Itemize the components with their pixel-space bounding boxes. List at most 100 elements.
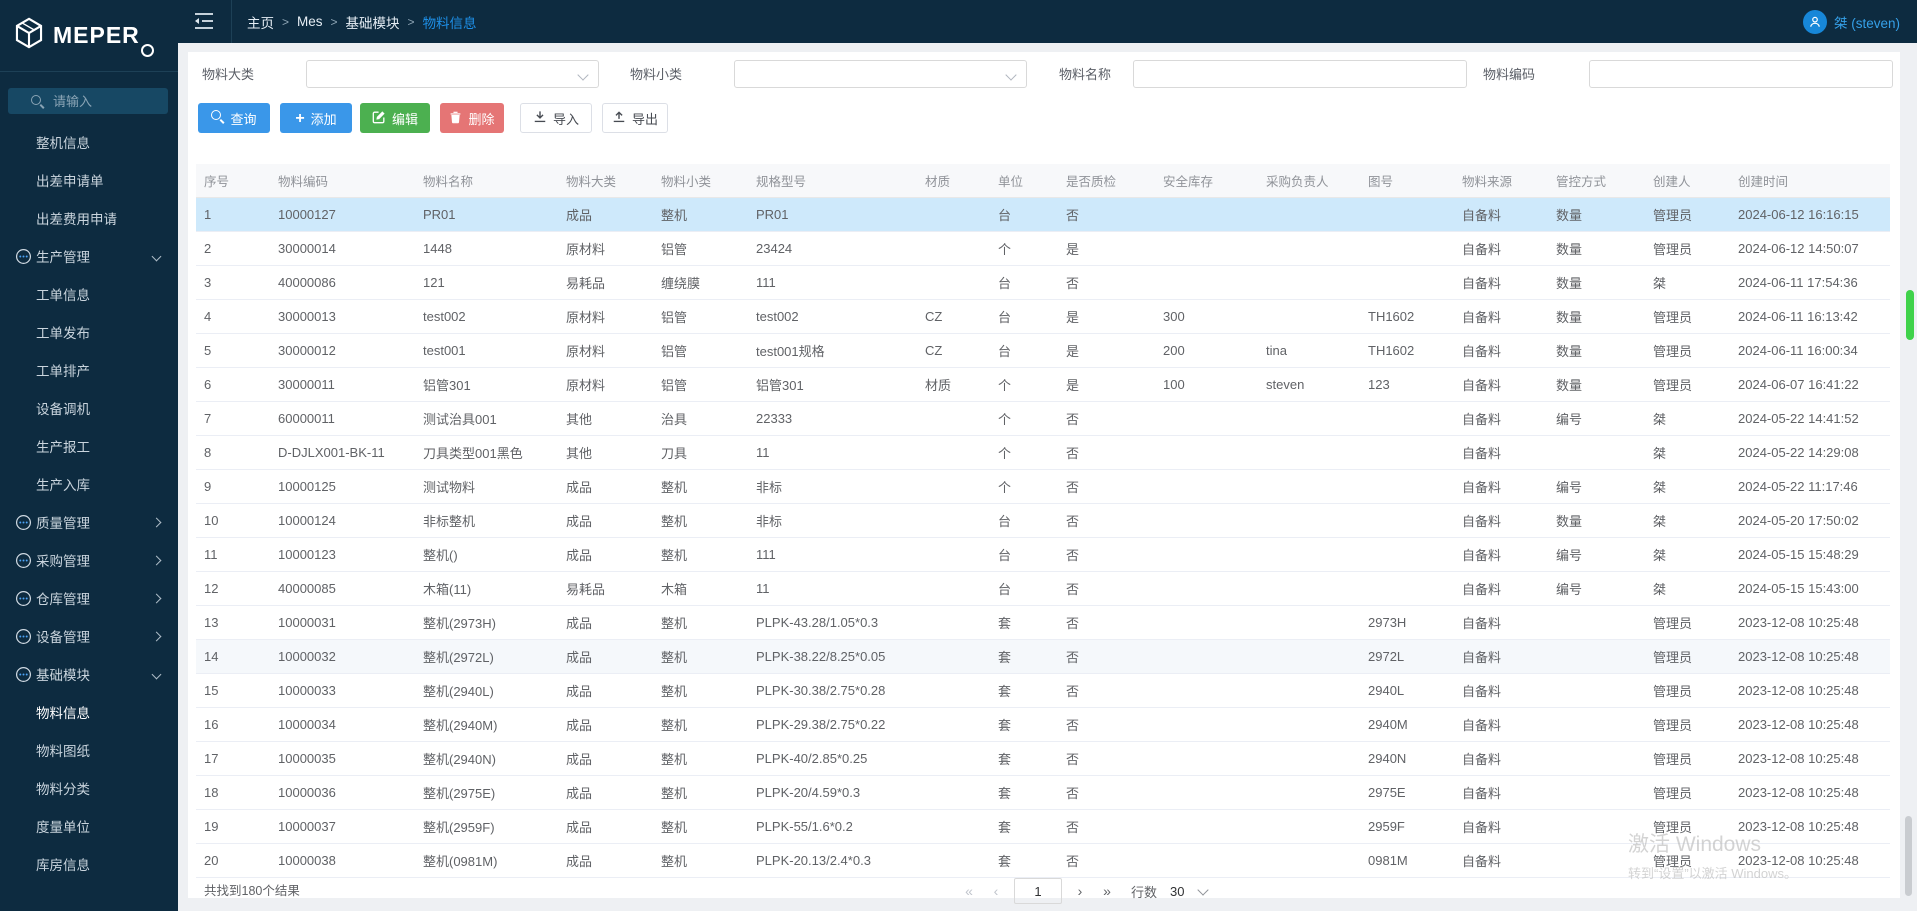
- table-row[interactable]: 9 10000125 测试物料 成品 整机 非标 个否 自备料 编号桀 2024-05-22 11…: [196, 469, 1890, 504]
- sidebar-item-label: 库房信息: [36, 858, 90, 873]
- filter-text-input-物料名称[interactable]: [1134, 61, 1466, 87]
- table-row[interactable]: 14 10000032 整机(2972L) 成品 整机 PLPK-38.22/8.25*0…: [196, 639, 1890, 674]
- 编辑-button[interactable]: 编辑: [360, 103, 430, 133]
- table-cell: 整机: [653, 775, 748, 810]
- sidebar-item-生产入库[interactable]: 生产入库: [0, 465, 178, 503]
- sidebar-item-库房信息[interactable]: 库房信息: [0, 845, 178, 883]
- table-cell: 台: [990, 333, 1058, 368]
- button-label: 查询: [230, 111, 257, 127]
- user-avatar-icon[interactable]: [1802, 9, 1827, 34]
- sidebar-item-工单发布[interactable]: 工单发布: [0, 313, 178, 351]
- sidebar-item-物料信息[interactable]: 物料信息: [0, 693, 178, 731]
- filter-text-input-物料编码[interactable]: [1590, 61, 1892, 87]
- user-name[interactable]: 桀 (steven): [1834, 12, 1900, 32]
- sidebar-item-度量单位[interactable]: 度量单位: [0, 807, 178, 845]
- sidebar-item-出差申请单[interactable]: 出差申请单: [0, 161, 178, 199]
- sidebar-item-物料图纸[interactable]: 物料图纸: [0, 731, 178, 769]
- sidebar-item-工单排产[interactable]: 工单排产: [0, 351, 178, 389]
- table-row[interactable]: 4 30000013 test002 原材料 铝管 test002 CZ 台是 300 TH160…: [196, 299, 1890, 334]
- sidebar-item-出差费用申请[interactable]: 出差费用申请: [0, 199, 178, 237]
- table-cell: 整机(2975E): [415, 775, 558, 810]
- table-row[interactable]: 5 30000012 test001 原材料 铝管 test001规格 CZ 台是 200 tin…: [196, 333, 1890, 368]
- sidebar-item-物料分类[interactable]: 物料分类: [0, 769, 178, 807]
- table-row[interactable]: 8 D-DJLX001-BK-11 刀具类型001黑色 其他 刀具 11 个否 自备料 桀 202…: [196, 435, 1890, 470]
- table-row[interactable]: 19 10000037 整机(2959F) 成品 整机 PLPK-55/1.6*0.2 套否…: [196, 809, 1890, 844]
- last-page-button[interactable]: »: [1098, 883, 1116, 899]
- menu-fold-icon[interactable]: [193, 12, 215, 30]
- sidebar-item-设备调机[interactable]: 设备调机: [0, 389, 178, 427]
- table-row[interactable]: 1 10000127 PR01 成品 整机 PR01 台否自备料 数量 管理员 2024-06-1…: [196, 197, 1890, 232]
- sidebar-item-整机信息[interactable]: 整机信息: [0, 123, 178, 161]
- breadcrumb-item-基础模块[interactable]: 基础模块: [346, 12, 400, 32]
- table-row[interactable]: 3 40000086 121 易耗品 缠绕膜 111 台否 自备料 数量桀 2024-06-11 …: [196, 265, 1890, 300]
- filter-select-物料小类[interactable]: [734, 60, 1027, 88]
- 添加-button[interactable]: + 添加: [280, 103, 352, 133]
- table-cell: 刀具: [653, 435, 748, 470]
- table-cell: 整机: [653, 537, 748, 572]
- table-row[interactable]: 13 10000031 整机(2973H) 成品 整机 PLPK-43.28/1.05*0…: [196, 605, 1890, 640]
- sidebar-item-工单信息[interactable]: 工单信息: [0, 275, 178, 313]
- table-cell: [917, 435, 990, 470]
- current-page-input[interactable]: 1: [1014, 878, 1062, 904]
- breadcrumb-item-主页[interactable]: 主页: [247, 12, 274, 32]
- sidebar-item-label: 仓库管理: [36, 592, 90, 607]
- scrollbar-green-thumb[interactable]: [1906, 290, 1914, 340]
- table-row[interactable]: 6 30000011 铝管301 原材料 铝管 铝管301 材质个是 100 steven 123…: [196, 367, 1890, 402]
- table-cell: 否: [1058, 843, 1155, 878]
- table-cell: [1360, 435, 1454, 470]
- sidebar-item-label: 出差费用申请: [36, 212, 117, 227]
- scrollbar-thumb[interactable]: [1905, 816, 1912, 896]
- table-cell: 是: [1058, 367, 1155, 402]
- chevron-down-icon: [151, 669, 162, 680]
- table-row[interactable]: 20 10000038 整机(0981M) 成品 整机 PLPK-20.13/2.4*0.…: [196, 843, 1890, 878]
- logo-robot-arm-icon: [140, 44, 154, 57]
- sidebar-item-基础模块[interactable]: 基础模块: [0, 655, 178, 693]
- sidebar-item-生产管理[interactable]: 生产管理: [0, 237, 178, 275]
- table-row[interactable]: 12 40000085 木箱(11) 易耗品 木箱 11 台否 自备料 编号桀 2024-05-1…: [196, 571, 1890, 606]
- table-cell: 否: [1058, 775, 1155, 810]
- filter-select-物料大类[interactable]: [306, 60, 599, 88]
- logo-text: MEPER: [53, 22, 140, 48]
- column-header-材质: 材质: [917, 164, 990, 198]
- table-row[interactable]: 16 10000034 整机(2940M) 成品 整机 PLPK-29.38/2.75*0…: [196, 707, 1890, 742]
- table-cell: [1258, 843, 1360, 878]
- filter-input-物料名称[interactable]: [1133, 60, 1467, 88]
- sidebar-item-设备管理[interactable]: 设备管理: [0, 617, 178, 655]
- table-cell: 否: [1058, 741, 1155, 776]
- table-cell: 1448: [415, 231, 558, 266]
- table-cell: 自备料: [1454, 741, 1548, 776]
- app-root: MEPER 整机信息出差申请单出差费用申请生产管理工单信息工单发布工单排产设备调…: [0, 0, 1917, 911]
- table-row[interactable]: 2 30000014 1448 原材料 铝管 23424 个是 自备料 数量 管理员 2024-06…: [196, 231, 1890, 266]
- breadcrumb-item-物料信息[interactable]: 物料信息: [423, 12, 477, 32]
- breadcrumb-item-Mes[interactable]: Mes: [297, 14, 323, 29]
- table-row[interactable]: 15 10000033 整机(2940L) 成品 整机 PLPK-30.38/2.75*0…: [196, 673, 1890, 708]
- table-cell: 10000032: [270, 639, 415, 674]
- table-cell: 原材料: [558, 231, 653, 266]
- first-page-button[interactable]: «: [960, 883, 978, 899]
- 查询-button[interactable]: 查询: [198, 103, 270, 133]
- 删除-button[interactable]: 删除: [440, 103, 504, 133]
- rows-per-page-label: 行数: [1131, 884, 1158, 900]
- next-page-button[interactable]: ›: [1071, 883, 1089, 899]
- table-cell: 否: [1058, 605, 1155, 640]
- rows-per-page-chevron-down-icon[interactable]: [1197, 883, 1210, 896]
- sidebar-search-input[interactable]: [51, 92, 145, 110]
- table-row[interactable]: 11 10000123 整机() 成品 整机 111 台否 自备料 编号桀 2024-05-15 …: [196, 537, 1890, 572]
- user-box[interactable]: 桀 (steven): [1802, 0, 1900, 43]
- chevron-right-icon: [151, 631, 162, 642]
- filter-input-物料编码[interactable]: [1589, 60, 1893, 88]
- sidebar-search[interactable]: [8, 88, 168, 114]
- sidebar-item-生产报工[interactable]: 生产报工: [0, 427, 178, 465]
- sidebar-item-质量管理[interactable]: 质量管理: [0, 503, 178, 541]
- prev-page-button[interactable]: ‹: [987, 883, 1005, 899]
- table-row[interactable]: 18 10000036 整机(2975E) 成品 整机 PLPK-20/4.59*0.3 套…: [196, 775, 1890, 810]
- table-row[interactable]: 10 10000124 非标整机 成品 整机 非标 台否 自备料 数量桀 2024-05-20 1…: [196, 503, 1890, 538]
- table-row[interactable]: 17 10000035 整机(2940N) 成品 整机 PLPK-40/2.85*0.25…: [196, 741, 1890, 776]
- sidebar-item-仓库管理[interactable]: 仓库管理: [0, 579, 178, 617]
- table-row[interactable]: 7 60000011 测试治具001 其他 治具 22333 个否 自备料 编号桀 2024-05…: [196, 401, 1890, 436]
- 导入-button[interactable]: 导入: [520, 103, 592, 133]
- 导出-button[interactable]: 导出: [602, 103, 668, 133]
- table-cell: 111: [748, 265, 917, 300]
- rows-per-page-value[interactable]: 30: [1170, 884, 1184, 899]
- sidebar-item-采购管理[interactable]: 采购管理: [0, 541, 178, 579]
